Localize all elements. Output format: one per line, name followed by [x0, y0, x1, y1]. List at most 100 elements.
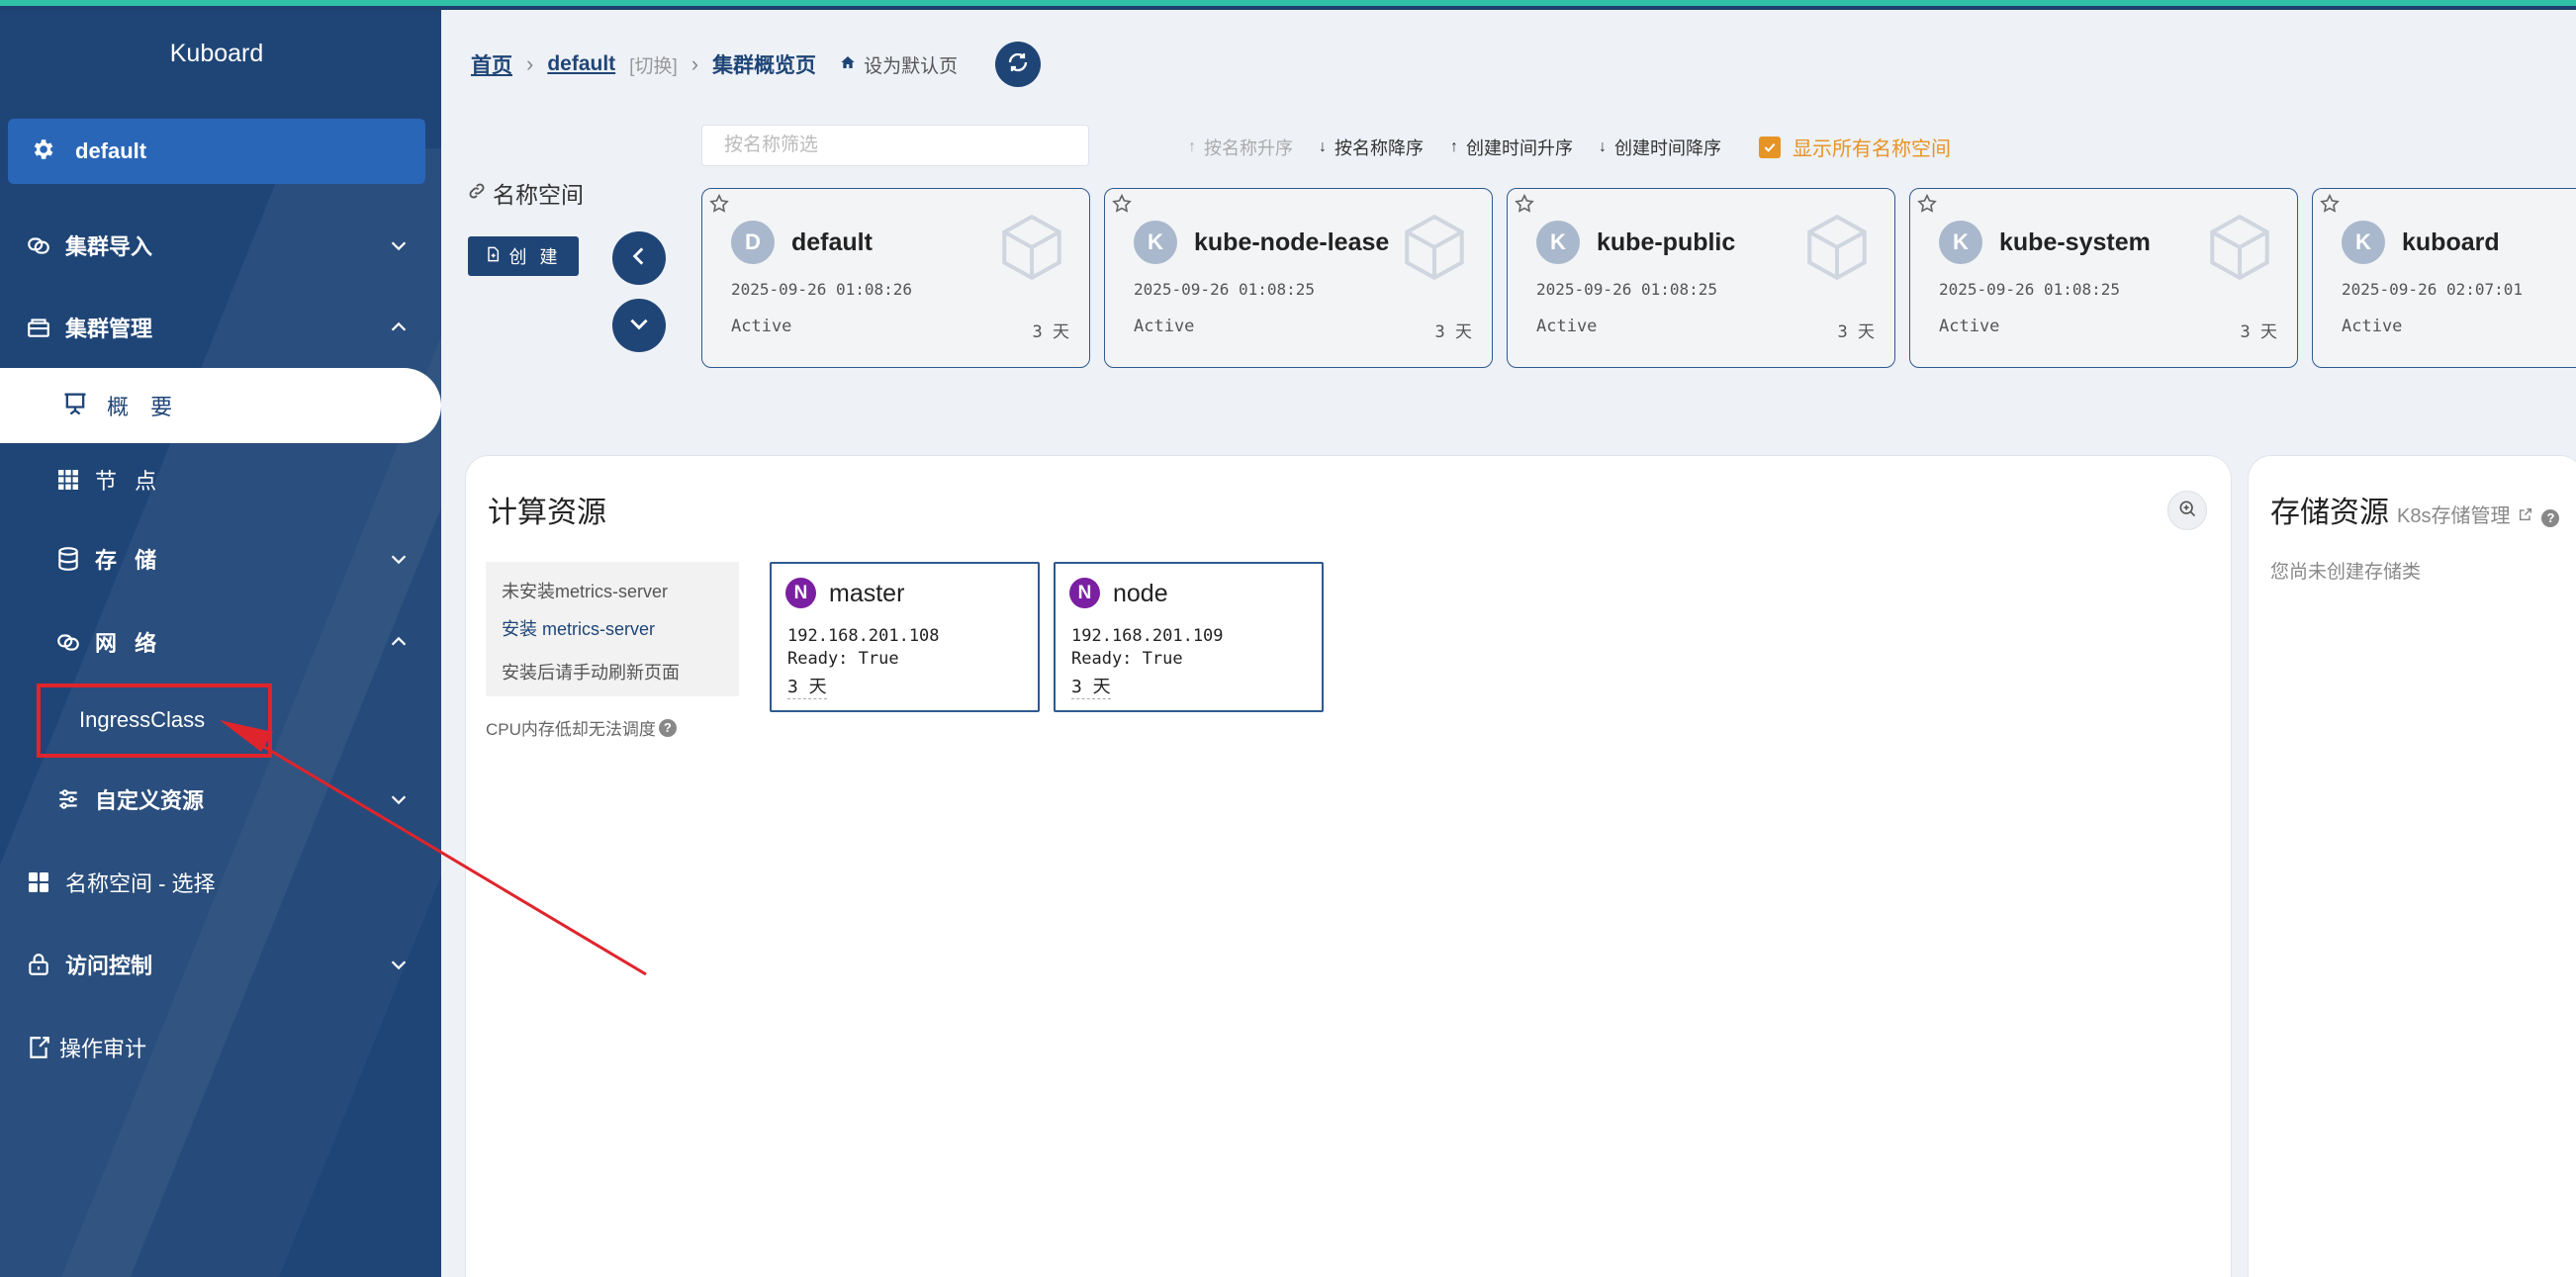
- namespace-card[interactable]: K kube-node-lease 2025-09-26 01:08:25 Ac…: [1104, 188, 1493, 368]
- namespace-created-time: 2025-09-26 02:07:01: [2342, 280, 2524, 299]
- sort-name-asc[interactable]: ↑ 按名称升序: [1188, 135, 1293, 160]
- node-card[interactable]: N master 192.168.201.108 Ready: True 3 天: [770, 562, 1040, 712]
- presentation-icon: [61, 390, 89, 422]
- namespace-status: Active: [1939, 317, 2000, 336]
- sidebar-item-network[interactable]: 网 络: [0, 619, 441, 665]
- sidebar-item-access-control[interactable]: 访问控制: [0, 942, 441, 987]
- document-add-icon: [485, 246, 501, 267]
- cube-icon: [1800, 211, 1874, 289]
- namespace-status: Active: [2342, 317, 2403, 336]
- chevron-down-icon: [384, 544, 414, 574]
- scroll-left-button[interactable]: [612, 231, 666, 285]
- sort-name-desc[interactable]: ↓ 按名称降序: [1319, 135, 1424, 160]
- star-icon[interactable]: [1111, 193, 1133, 220]
- refresh-button[interactable]: [995, 42, 1041, 87]
- install-metrics-server-link[interactable]: 安装 metrics-server: [502, 615, 739, 641]
- chevron-down-icon: [384, 950, 414, 979]
- node-name: master: [829, 580, 905, 607]
- zoom-in-icon: [2177, 499, 2197, 523]
- sidebar-item-storage[interactable]: 存 储: [0, 536, 441, 582]
- home-icon: [840, 54, 856, 75]
- sidebar-item-label: 概 要: [107, 395, 181, 419]
- show-all-namespaces-checkbox[interactable]: 显示所有名称空间: [1759, 133, 1951, 161]
- sidebar-item-custom-resources[interactable]: 自定义资源: [0, 776, 441, 822]
- namespace-name: kuboard: [2402, 228, 2500, 256]
- breadcrumb-current: 集群概览页: [712, 54, 817, 77]
- stack-icon: [24, 230, 53, 260]
- sidebar-item-label: 自定义资源: [95, 788, 205, 813]
- star-icon[interactable]: [1916, 193, 1938, 220]
- sidebar-item-cluster-import[interactable]: 集群导入: [0, 223, 441, 268]
- namespace-age: 3 天: [1032, 322, 1069, 342]
- cube-icon: [995, 211, 1068, 289]
- help-icon[interactable]: ?: [2541, 508, 2560, 527]
- node-ready: Ready: True: [787, 649, 899, 669]
- metrics-not-installed-text: 未安装metrics-server: [502, 582, 669, 601]
- node-card[interactable]: N node 192.168.201.109 Ready: True 3 天: [1054, 562, 1324, 712]
- breadcrumb-cluster-link[interactable]: default: [547, 52, 615, 76]
- compute-resources-panel: 计算资源 未安装metrics-server 安装 metrics-server…: [465, 455, 2232, 1277]
- star-icon[interactable]: [2319, 193, 2341, 220]
- grid-icon: [53, 465, 83, 495]
- sliders-icon: [53, 784, 83, 814]
- namespace-status: Active: [731, 317, 792, 336]
- namespace-card[interactable]: D default 2025-09-26 01:08:26 Active 3 天: [701, 188, 1090, 368]
- namespace-age: 3 天: [2240, 322, 2277, 342]
- star-icon[interactable]: [708, 193, 730, 220]
- external-link-icon[interactable]: [2518, 506, 2533, 527]
- namespace-selector[interactable]: default: [8, 119, 425, 184]
- star-icon[interactable]: [1514, 193, 1535, 220]
- chevron-right-icon: ›: [690, 51, 699, 76]
- storage-resources-header: 存储资源 K8s存储管理 ?: [2270, 488, 2560, 531]
- arrow-down-icon: ↓: [1319, 138, 1327, 155]
- database-icon: [53, 544, 83, 574]
- compute-resources-title: 计算资源: [488, 497, 606, 529]
- namespace-created-time: 2025-09-26 01:08:25: [1536, 280, 1718, 299]
- create-namespace-button[interactable]: 创 建: [468, 236, 579, 276]
- sidebar-item-overview[interactable]: 概 要: [0, 368, 441, 443]
- set-default-page-link[interactable]: 设为默认页: [864, 51, 958, 78]
- namespace-avatar: K: [1536, 221, 1580, 264]
- sort-time-desc[interactable]: ↓ 创建时间降序: [1599, 135, 1721, 160]
- k8s-storage-link[interactable]: K8s存储管理: [2397, 500, 2510, 528]
- namespace-card[interactable]: K kuboard 2025-09-26 02:07:01 Active: [2312, 188, 2576, 368]
- sidebar-item-label: 名称空间 - 选择: [65, 871, 216, 896]
- brand-logo: Kuboard: [169, 40, 264, 67]
- breadcrumb-home-link[interactable]: 首页: [471, 49, 512, 79]
- refresh-icon: [1006, 50, 1030, 79]
- cpu-memory-note: CPU内存低却无法调度 ?: [486, 715, 677, 740]
- node-badge: N: [1069, 578, 1100, 608]
- namespace-card[interactable]: K kube-system 2025-09-26 01:08:25 Active…: [1909, 188, 2298, 368]
- chevron-down-icon: [626, 311, 652, 341]
- help-icon[interactable]: ?: [658, 718, 677, 737]
- sidebar-item-label: 存 储: [95, 548, 163, 573]
- namespace-avatar: D: [731, 221, 775, 264]
- arrow-up-icon: ↑: [1450, 138, 1458, 155]
- sidebar-item-namespace-select[interactable]: 名称空间 - 选择: [0, 860, 441, 905]
- sidebar-item-cluster-management[interactable]: 集群管理: [0, 305, 441, 350]
- chevron-down-icon: [384, 230, 414, 260]
- namespace-card[interactable]: K kube-public 2025-09-26 01:08:25 Active…: [1507, 188, 1895, 368]
- top-accent-bar: [0, 0, 2576, 10]
- storage-resources-title: 存储资源: [2270, 497, 2389, 529]
- sidebar-item-nodes[interactable]: 节 点: [0, 457, 441, 502]
- apps-icon: [24, 867, 53, 897]
- cube-icon: [2203, 211, 2276, 289]
- breadcrumb: 首页 › default [切换] › 集群概览页 设为默认页: [471, 40, 958, 89]
- node-age: 3 天: [787, 673, 827, 699]
- namespace-age: 3 天: [1837, 322, 1875, 342]
- namespace-name: kube-system: [1999, 228, 2151, 256]
- namespace-selector-label: default: [75, 138, 147, 163]
- sidebar-item-audit[interactable]: 操作审计: [0, 1025, 441, 1070]
- namespace-filter-input[interactable]: [701, 125, 1089, 166]
- sidebar-item-label: 节 点: [95, 469, 163, 494]
- link-icon: [467, 180, 487, 207]
- chevron-right-icon: ›: [526, 51, 534, 76]
- expand-namespaces-button[interactable]: [612, 299, 666, 352]
- namespace-section-title: 名称空间: [467, 176, 584, 210]
- breadcrumb-switch-link[interactable]: [切换]: [629, 51, 678, 78]
- node-ready: Ready: True: [1071, 649, 1183, 669]
- namespace-name: default: [791, 228, 873, 256]
- zoom-button[interactable]: [2167, 491, 2207, 530]
- sort-time-asc[interactable]: ↑ 创建时间升序: [1450, 135, 1573, 160]
